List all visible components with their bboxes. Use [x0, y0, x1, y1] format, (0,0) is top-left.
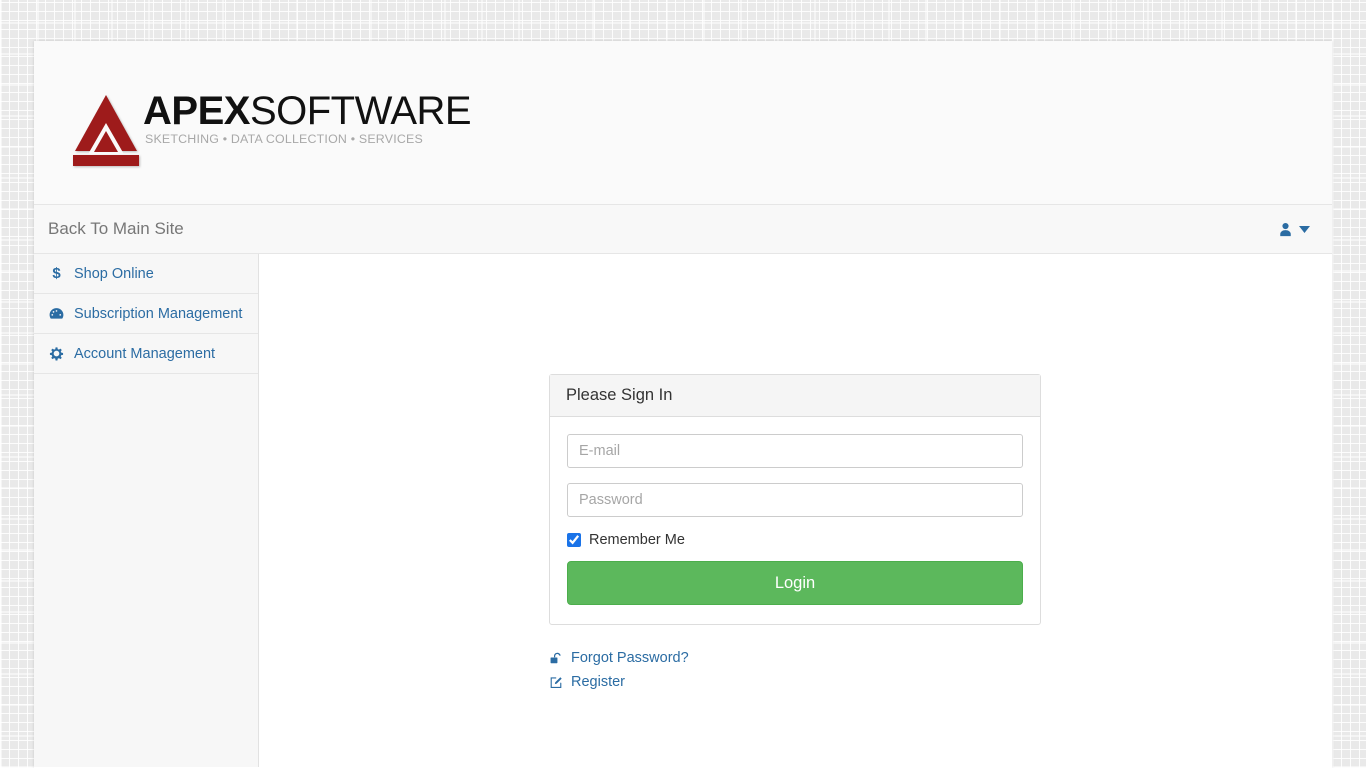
- sidebar-item-subscription-management[interactable]: Subscription Management: [34, 294, 258, 334]
- forgot-password-label: Forgot Password?: [571, 650, 689, 666]
- back-to-main-site-link[interactable]: Back To Main Site: [48, 219, 184, 239]
- login-card: Please Sign In Remember Me Login: [549, 374, 1041, 625]
- brand-title: APEXSOFTWARE: [143, 89, 472, 133]
- brand-title-bold: APEX: [143, 89, 250, 133]
- email-field[interactable]: [567, 434, 1023, 468]
- brand-title-light: SOFTWARE: [249, 89, 472, 133]
- app-container: APEXSOFTWARE SKETCHING • DATA COLLECTION…: [34, 41, 1332, 768]
- password-field[interactable]: [567, 483, 1023, 517]
- brand-header: APEXSOFTWARE SKETCHING • DATA COLLECTION…: [34, 41, 1332, 205]
- login-form: Remember Me Login: [550, 417, 1040, 624]
- app-body: $ Shop Online Subscription Management Ac…: [34, 254, 1332, 767]
- sidebar-item-label: Shop Online: [74, 265, 154, 282]
- sidebar-item-shop-online[interactable]: $ Shop Online: [34, 254, 258, 294]
- tachometer-icon: [48, 307, 65, 321]
- forgot-password-link[interactable]: Forgot Password?: [549, 646, 689, 670]
- sidebar-item-account-management[interactable]: Account Management: [34, 334, 258, 374]
- auxiliary-links: Forgot Password? Register: [549, 646, 689, 694]
- dollar-icon: $: [52, 265, 61, 282]
- register-link[interactable]: Register: [549, 670, 689, 694]
- brand-logo[interactable]: APEXSOFTWARE SKETCHING • DATA COLLECTION…: [73, 89, 472, 167]
- sidebar-item-label: Account Management: [74, 345, 216, 362]
- unlock-icon: [549, 652, 564, 665]
- edit-pencil-icon: [549, 676, 564, 689]
- remember-me-checkbox[interactable]: [567, 533, 581, 547]
- register-label: Register: [571, 674, 625, 690]
- main-content: Please Sign In Remember Me Login: [259, 254, 1332, 767]
- brand-tagline: SKETCHING • DATA COLLECTION • SERVICES: [145, 132, 423, 146]
- login-button[interactable]: Login: [567, 561, 1023, 605]
- remember-me-row: Remember Me: [567, 532, 1023, 548]
- gear-icon: [48, 346, 65, 361]
- user-icon: [1278, 222, 1293, 237]
- brand-wordmark: APEXSOFTWARE SKETCHING • DATA COLLECTION…: [143, 89, 472, 146]
- login-card-title: Please Sign In: [550, 375, 1040, 417]
- chevron-down-icon: [1299, 225, 1310, 233]
- sidebar: $ Shop Online Subscription Management Ac…: [34, 254, 259, 767]
- user-menu-dropdown[interactable]: [1278, 222, 1310, 237]
- apex-triangle-logo-icon: [73, 95, 139, 167]
- sidebar-item-label: Subscription Management: [74, 305, 243, 322]
- top-navbar: Back To Main Site: [34, 205, 1332, 254]
- remember-me-label[interactable]: Remember Me: [589, 532, 685, 548]
